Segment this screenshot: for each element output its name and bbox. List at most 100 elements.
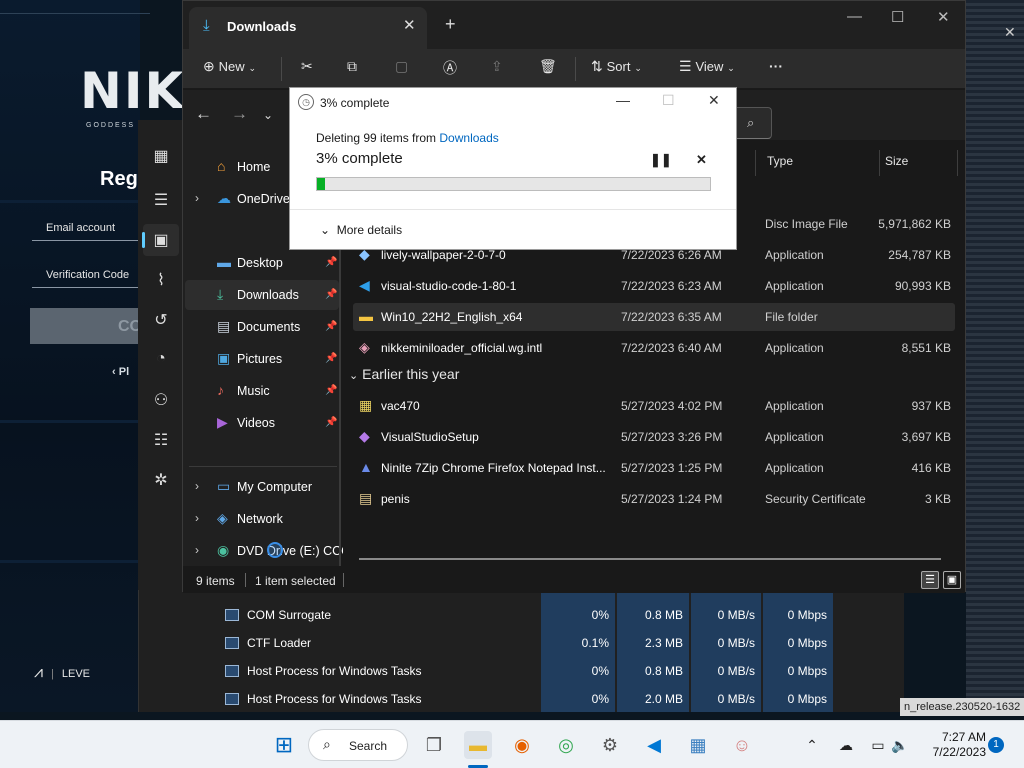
chevron-right-icon[interactable]: ›: [195, 543, 199, 557]
show-hidden-icons-icon[interactable]: ⌃: [798, 731, 826, 759]
close-tab-icon[interactable]: ✕: [403, 16, 416, 34]
chevron-right-icon[interactable]: ›: [195, 191, 199, 205]
file-explorer-icon[interactable]: ▬: [464, 731, 492, 759]
file-name: lively-wallpaper-2-0-7-0: [381, 248, 506, 262]
process-row[interactable]: COM Surrogate 0% 0.8 MB 0 MB/s 0 Mbps: [139, 602, 905, 630]
chevron-right-icon[interactable]: ›: [195, 479, 199, 493]
cut-icon[interactable]: ✂: [301, 58, 313, 75]
process-row[interactable]: Host Process for Windows Tasks 0% 0.8 MB…: [139, 658, 905, 686]
delete-icon[interactable]: 🗑: [539, 58, 557, 75]
process-row[interactable]: CTF Loader 0.1% 2.3 MB 0 MB/s 0 Mbps: [139, 630, 905, 658]
file-row[interactable]: ▲ Ninite 7Zip Chrome Firefox Notepad Ins…: [353, 454, 955, 482]
volume-icon[interactable]: 🔈: [886, 731, 914, 759]
task-manager-icon[interactable]: ▦: [684, 731, 712, 759]
close-window-icon[interactable]: ✕: [937, 8, 950, 26]
startup-icon[interactable]: ◔: [138, 350, 184, 368]
share-icon[interactable]: ⇪: [491, 58, 503, 75]
file-row[interactable]: ▦ vac470 5/27/2023 4:02 PM Application 9…: [353, 392, 955, 420]
minimize-icon[interactable]: —: [847, 8, 862, 25]
column-size[interactable]: Size: [885, 154, 908, 168]
file-date: 5/27/2023 3:26 PM: [621, 430, 723, 444]
maximize-icon[interactable]: ☐: [891, 8, 904, 26]
chevron-right-icon[interactable]: ›: [195, 511, 199, 525]
more-details-toggle[interactable]: ⌄ More details: [320, 223, 402, 237]
code-input[interactable]: [32, 287, 140, 288]
new-button[interactable]: ⊕ New ⌄: [203, 58, 256, 75]
new-tab-icon[interactable]: +: [445, 14, 456, 35]
menu-icon[interactable]: ☰: [138, 190, 184, 210]
processes-icon[interactable]: ▣: [138, 230, 184, 250]
users-icon[interactable]: ⚇: [138, 390, 184, 410]
sort-button[interactable]: ⇅ Sort ⌄: [591, 58, 642, 75]
column-type[interactable]: Type: [767, 154, 793, 168]
continue-button[interactable]: CO: [30, 308, 142, 344]
nav-item-my-computer[interactable]: › ▭ My Computer: [185, 472, 339, 502]
rename-icon[interactable]: Ⓐ: [443, 58, 457, 78]
details-view-icon[interactable]: ☰: [921, 571, 939, 589]
chrome-icon[interactable]: ◎: [552, 731, 580, 759]
taskbar-search[interactable]: ⌕ Search: [308, 729, 408, 761]
view-button[interactable]: ☰ View ⌄: [679, 58, 735, 75]
pin-icon[interactable]: 📌: [325, 257, 337, 268]
nav-item-dvd-drive-e-ccc[interactable]: › ◉ DVD Drive (E:) CCC: [185, 536, 350, 566]
nav-item-videos[interactable]: ▶ Videos 📌: [185, 408, 339, 438]
recent-chevron-icon[interactable]: ⌄: [263, 108, 273, 122]
nav-item-music[interactable]: ♪ Music 📌: [185, 376, 339, 406]
taskbar: ⊞ ⌕ Search ❐ ▬ ◉ ◎ ⚙ ◀ ▦ ☺ ⌃ ☁ ▭ 🔈 7:27 …: [0, 720, 1024, 768]
file-row[interactable]: ◈ nikkeminiloader_official.wg.intl 7/22/…: [353, 334, 955, 362]
column-divider[interactable]: [879, 150, 880, 176]
file-row[interactable]: ◀ visual-studio-code-1-80-1 7/22/2023 6:…: [353, 272, 955, 300]
dialog-close-icon[interactable]: ✕: [708, 92, 720, 109]
pin-icon[interactable]: 📌: [325, 385, 337, 396]
copy-icon[interactable]: ⧉: [347, 58, 357, 75]
picture-icon[interactable]: ▦: [138, 146, 184, 166]
process-row[interactable]: Host Process for Windows Tasks 0% 2.0 MB…: [139, 686, 905, 714]
performance-icon[interactable]: ⌇: [138, 270, 184, 290]
vscode-icon[interactable]: ◀: [640, 731, 668, 759]
horizontal-scrollbar[interactable]: [359, 558, 941, 560]
network-off-icon[interactable]: ☁: [832, 731, 860, 759]
more-options-icon[interactable]: ···: [769, 58, 783, 74]
details-icon[interactable]: ☷: [138, 430, 184, 450]
start-windows-icon[interactable]: ⊞: [270, 731, 298, 759]
process-name: CTF Loader: [247, 636, 312, 650]
process-name: Host Process for Windows Tasks: [247, 692, 422, 706]
file-row[interactable]: ▤ penis 5/27/2023 1:24 PM Security Certi…: [353, 485, 955, 513]
message-prefix: Deleting 99 items from: [316, 131, 440, 145]
paste-icon[interactable]: ▢: [395, 58, 408, 75]
settings-icon[interactable]: ⚙: [596, 731, 624, 759]
forward-arrow-icon[interactable]: →: [231, 104, 248, 124]
dialog-minimize-icon[interactable]: —: [616, 92, 630, 108]
file-row[interactable]: ◆ VisualStudioSetup 5/27/2023 3:26 PM Ap…: [353, 423, 955, 451]
file-row[interactable]: ▬ Win10_22H2_English_x64 7/22/2023 6:35 …: [353, 303, 955, 331]
firefox-icon[interactable]: ◉: [508, 731, 536, 759]
column-divider[interactable]: [957, 150, 958, 176]
clock[interactable]: 7:27 AM 7/22/2023: [928, 730, 986, 760]
notification-badge[interactable]: 1: [988, 737, 1004, 753]
nav-item-desktop[interactable]: ▬ Desktop 📌: [185, 248, 339, 278]
cancel-icon[interactable]: ✕: [696, 152, 707, 168]
pin-icon[interactable]: 📌: [325, 417, 337, 428]
nikke-icon[interactable]: ☺: [728, 731, 756, 759]
tab-downloads[interactable]: ⤓ Downloads ✕: [189, 7, 427, 49]
back-arrow-icon[interactable]: ←: [195, 104, 212, 124]
tiles-view-icon[interactable]: ▣: [943, 571, 961, 589]
nav-item-downloads[interactable]: ⤓ Downloads 📌: [185, 280, 339, 310]
group-earlier-this-year[interactable]: ⌄ Earlier this year: [349, 366, 459, 382]
services-icon[interactable]: ✲: [138, 470, 184, 490]
pin-icon[interactable]: 📌: [325, 353, 337, 364]
column-divider[interactable]: [755, 150, 756, 176]
history-icon[interactable]: ↺: [138, 310, 184, 330]
pin-icon[interactable]: 📌: [325, 321, 337, 332]
email-input[interactable]: [32, 240, 140, 241]
file-type: Application: [765, 341, 824, 355]
close-icon[interactable]: ✕: [1004, 24, 1016, 41]
task-view-icon[interactable]: ❐: [420, 731, 448, 759]
back-link[interactable]: ‹ Pl: [112, 366, 129, 378]
nav-item-pictures[interactable]: ▣ Pictures 📌: [185, 344, 339, 374]
nav-item-documents[interactable]: ▤ Documents 📌: [185, 312, 339, 342]
pin-icon[interactable]: 📌: [325, 289, 337, 300]
pause-icon[interactable]: ❚❚: [650, 152, 672, 168]
nav-item-network[interactable]: › ◈ Network: [185, 504, 339, 534]
downloads-link[interactable]: Downloads: [439, 131, 498, 145]
